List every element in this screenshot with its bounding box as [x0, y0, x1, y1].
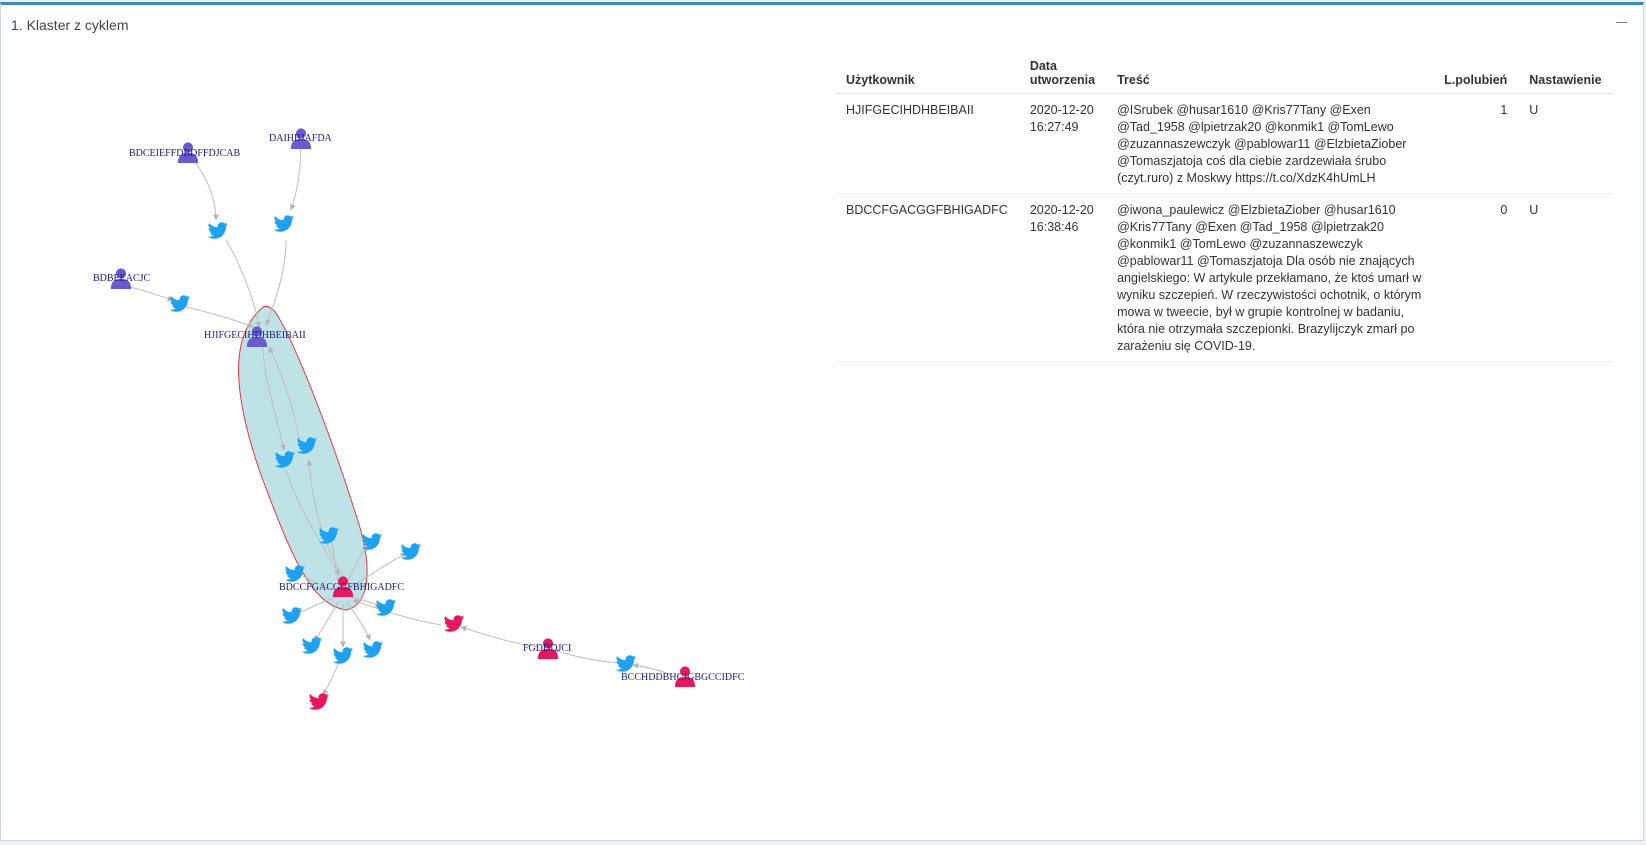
- node-label-u3: BDBEEACJC: [93, 273, 151, 284]
- panel-title: 1. Klaster z cyklem: [11, 17, 129, 33]
- collapse-icon[interactable]: [1613, 13, 1631, 31]
- cluster-panel: 1. Klaster z cyklem BDCEIEFFDBDFFDJCAB D…: [0, 2, 1644, 841]
- node-label-u2: DAIHBJAFDA: [269, 133, 333, 144]
- cell-user: BDCCFGACGGFBHIGADFC: [836, 193, 1020, 362]
- col-header-date[interactable]: Data utworzenia: [1019, 55, 1108, 94]
- tweet-node[interactable]: [332, 647, 354, 664]
- cell-likes: 1: [1434, 93, 1520, 194]
- graph-canvas[interactable]: BDCEIEFFDBDFFDJCAB DAIHBJAFDA BDBEEACJC …: [1, 45, 821, 825]
- tweet-node[interactable]: [615, 655, 637, 672]
- user-nodes: [110, 128, 696, 687]
- tweets-table: Użytkownik Data utworzenia Treść L.polub…: [836, 55, 1614, 362]
- cell-user: HJIFGECIHDHBEIBAII: [836, 93, 1020, 194]
- cell-date: 2020-12-20 16:38:46: [1019, 193, 1108, 362]
- node-label-u1: BDCEIEFFDBDFFDJCAB: [129, 148, 240, 159]
- tweet-node[interactable]: [284, 565, 306, 582]
- tweet-node[interactable]: [273, 215, 295, 232]
- table-header-row: Użytkownik Data utworzenia Treść L.polub…: [836, 55, 1614, 94]
- table-row: BDCCFGACGGFBHIGADFC 2020-12-20 16:38:46 …: [836, 193, 1614, 362]
- tweet-node-red[interactable]: [308, 693, 330, 710]
- tweet-node[interactable]: [362, 641, 384, 658]
- tweet-node[interactable]: [400, 543, 422, 560]
- cell-content: @ISrubek @husar1610 @Kris77Tany @Exen @T…: [1107, 93, 1435, 194]
- table-row: HJIFGECIHDHBEIBAII 2020-12-20 16:27:49 @…: [836, 93, 1614, 194]
- tweet-node[interactable]: [169, 295, 191, 312]
- node-label-u6: FGDDDJCI: [523, 643, 571, 654]
- cell-date: 2020-12-20 16:27:49: [1019, 93, 1108, 194]
- col-header-likes[interactable]: L.polubień: [1434, 55, 1520, 94]
- cell-sentiment: U: [1519, 193, 1614, 362]
- network-graph[interactable]: BDCEIEFFDBDFFDJCAB DAIHBJAFDA BDBEEACJC …: [1, 45, 821, 825]
- tweet-nodes: [169, 215, 637, 710]
- tweet-node-red[interactable]: [443, 615, 465, 632]
- node-label-u5: BDCCFGACGGFBHIGADFC: [279, 582, 404, 593]
- node-labels: BDCEIEFFDBDFFDJCAB DAIHBJAFDA BDBEEACJC …: [93, 133, 745, 683]
- col-header-sentiment[interactable]: Nastawienie: [1519, 55, 1614, 94]
- node-label-u4: HJIFGECIHDHBEIBAII: [204, 330, 306, 341]
- tweet-node[interactable]: [207, 222, 229, 239]
- tweet-node[interactable]: [281, 607, 303, 624]
- cycle-cluster-hull: [238, 305, 368, 611]
- graph-edges: [120, 139, 672, 696]
- node-label-u7: BCCHDDBHCJGBGCCIDFC: [621, 672, 745, 683]
- tweet-node[interactable]: [301, 637, 323, 654]
- col-header-user[interactable]: Użytkownik: [836, 55, 1020, 94]
- cell-sentiment: U: [1519, 93, 1614, 194]
- cell-likes: 0: [1434, 193, 1520, 362]
- cell-content: @iwona_paulewicz @ElzbietaZiober @husar1…: [1107, 193, 1435, 362]
- col-header-content[interactable]: Treść: [1107, 55, 1435, 94]
